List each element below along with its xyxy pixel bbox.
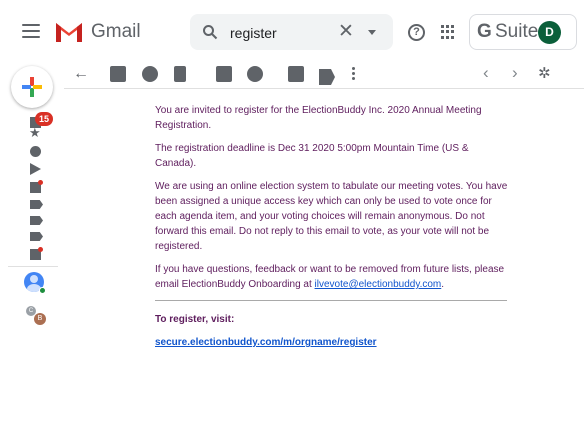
email-paragraph: The registration deadline is Dec 31 2020… (155, 143, 469, 169)
send-icon[interactable] (30, 163, 41, 175)
search-bar[interactable]: register ✕ (190, 14, 393, 50)
app-name: Gmail (91, 21, 141, 42)
move-to-icon[interactable] (288, 66, 304, 82)
rail-divider (8, 266, 58, 267)
search-input[interactable]: register (230, 25, 277, 41)
label-icon[interactable] (30, 232, 43, 241)
gsuite-account-button[interactable]: G Suite D (469, 14, 577, 50)
menu-icon[interactable] (22, 24, 40, 38)
contact-email-link[interactable]: ilvevote@electionbuddy.com (315, 279, 442, 290)
search-icon[interactable] (202, 24, 218, 40)
clock-icon[interactable] (30, 146, 41, 157)
more-icon[interactable] (352, 67, 356, 83)
gsuite-logo: G (477, 21, 492, 42)
register-link[interactable]: secure.electionbuddy.com/m/orgname/regis… (155, 337, 377, 348)
label-icon[interactable] (30, 216, 43, 225)
apps-icon[interactable] (441, 25, 455, 39)
notification-dot (38, 180, 43, 185)
compose-button[interactable] (11, 66, 53, 108)
search-options-dropdown-icon[interactable] (368, 30, 376, 35)
next-icon[interactable]: › (512, 64, 528, 82)
settings-icon[interactable]: ✲ (538, 66, 554, 82)
account-avatar[interactable]: D (538, 21, 561, 44)
snooze-icon[interactable] (247, 66, 263, 82)
archive-icon[interactable] (110, 66, 126, 82)
toolbar-divider (64, 88, 584, 89)
back-icon[interactable]: ← (73, 66, 89, 82)
contact-avatar[interactable]: B (34, 313, 46, 325)
prev-icon[interactable]: ‹ (483, 64, 499, 82)
register-heading: To register, visit: (155, 314, 235, 325)
gsuite-label: Suite (495, 21, 539, 42)
clear-search-icon[interactable]: ✕ (338, 22, 354, 41)
help-icon[interactable]: ? (408, 24, 425, 41)
inbox-unread-badge: 15 (35, 112, 53, 126)
online-status-dot (39, 287, 46, 294)
gmail-logo[interactable] (54, 20, 84, 44)
email-text: . (441, 279, 445, 290)
label-icon[interactable] (30, 200, 43, 209)
mark-unread-icon[interactable] (216, 66, 232, 82)
top-bar: Gmail register ✕ ? G Suite D (0, 0, 584, 64)
notification-dot (38, 247, 43, 252)
email-paragraph: If you have questions, feedback or want … (155, 262, 510, 292)
email-body: You are invited to register for the Elec… (155, 103, 510, 350)
delete-icon[interactable] (174, 66, 186, 82)
email-paragraph: You are invited to register for the Elec… (155, 105, 482, 131)
compose-icon (22, 77, 42, 97)
labels-icon[interactable] (319, 69, 335, 85)
email-paragraph: We are using an online election system t… (155, 181, 508, 252)
email-divider (155, 300, 507, 301)
report-spam-icon[interactable] (142, 66, 158, 82)
star-icon[interactable]: ★ (29, 126, 43, 140)
